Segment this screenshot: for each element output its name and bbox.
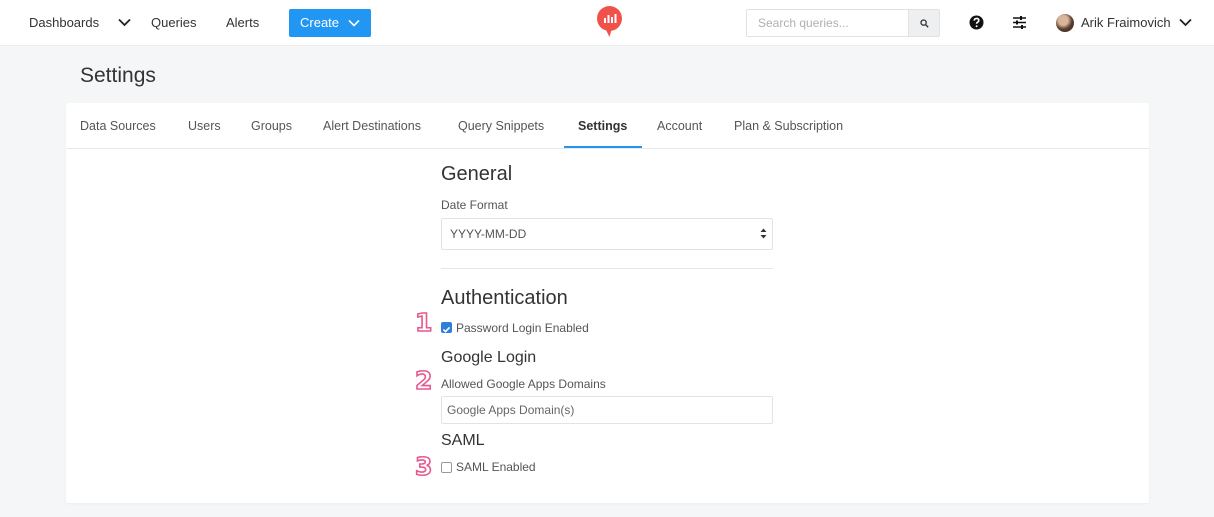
select-arrows-icon — [760, 228, 767, 239]
settings-sliders-icon[interactable] — [1012, 15, 1027, 30]
tab-query-snippets[interactable]: Query Snippets — [458, 103, 544, 149]
create-button-label: Create — [300, 15, 340, 30]
help-icon[interactable] — [969, 15, 984, 30]
tab-users[interactable]: Users — [188, 103, 221, 149]
google-login-heading: Google Login — [441, 349, 537, 366]
top-navbar: Dashboards Queries Alerts Create Search … — [0, 0, 1214, 46]
date-format-value: YYYY-MM-DD — [450, 227, 527, 241]
avatar[interactable] — [1056, 14, 1074, 32]
checkbox-checked-icon — [442, 326, 451, 333]
page-title: Settings — [80, 64, 156, 87]
tab-data-sources[interactable]: Data Sources — [80, 103, 156, 149]
nav-queries[interactable]: Queries — [151, 0, 197, 46]
tab-alert-destinations[interactable]: Alert Destinations — [323, 103, 421, 149]
user-name[interactable]: Arik Fraimovich — [1081, 0, 1171, 46]
google-domains-label: Allowed Google Apps Domains — [441, 377, 606, 391]
settings-tabs: Data Sources Users Groups Alert Destinat… — [66, 103, 1149, 149]
create-button[interactable]: Create — [289, 9, 371, 37]
tab-account[interactable]: Account — [657, 103, 702, 149]
nav-alerts[interactable]: Alerts — [226, 0, 259, 46]
nav-dashboards[interactable]: Dashboards — [29, 0, 99, 46]
chevron-down-icon — [348, 19, 360, 27]
saml-enabled-checkbox[interactable] — [441, 462, 452, 473]
step-annotation-1: 1 — [414, 307, 433, 338]
date-format-label: Date Format — [441, 198, 508, 212]
step-annotation-2: 2 — [414, 365, 433, 396]
search-icon — [920, 19, 929, 28]
section-divider — [441, 268, 773, 269]
saml-enabled-label[interactable]: SAML Enabled — [456, 460, 536, 474]
active-tab-indicator — [564, 146, 642, 148]
saml-heading: SAML — [441, 432, 485, 449]
search-button[interactable] — [908, 9, 940, 37]
password-login-label[interactable]: Password Login Enabled — [456, 321, 589, 335]
password-login-checkbox[interactable] — [441, 322, 452, 333]
search-input[interactable]: Search queries... — [746, 9, 908, 37]
google-domains-input[interactable]: Google Apps Domain(s) — [441, 396, 773, 424]
tab-groups[interactable]: Groups — [251, 103, 292, 149]
general-heading: General — [441, 163, 513, 185]
step-annotation-3: 3 — [414, 451, 433, 482]
authentication-heading: Authentication — [441, 287, 568, 309]
tab-plan-subscription[interactable]: Plan & Subscription — [734, 103, 843, 149]
date-format-select[interactable]: YYYY-MM-DD — [441, 218, 773, 250]
chevron-down-icon[interactable] — [118, 18, 131, 27]
redash-logo-icon[interactable] — [596, 6, 623, 38]
chevron-down-icon[interactable] — [1179, 18, 1192, 27]
settings-card: Data Sources Users Groups Alert Destinat… — [66, 103, 1149, 503]
tab-settings[interactable]: Settings — [578, 103, 627, 149]
